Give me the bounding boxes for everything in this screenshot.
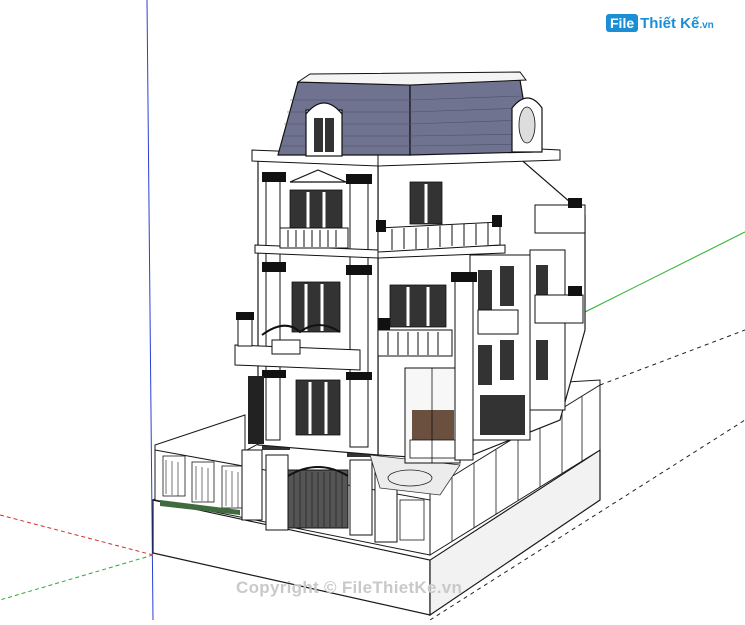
sketchup-viewport[interactable] [0,0,745,621]
balcony-upper-left [279,227,349,249]
green-axis-dashed [0,554,154,601]
logo-text: Thiết Kế.vn [640,14,714,32]
3d-model-canvas [0,0,745,621]
dormer-side [511,97,543,153]
copyright-watermark: Copyright © FileThietKe.vn [236,578,463,597]
dormer-window [305,102,343,157]
red-axis-dashed [0,514,154,556]
red-axis-dashed-2 [599,329,745,386]
mansard-roof-front [277,81,411,156]
blue-axis-line [146,0,154,621]
filethietke-logo: File Thiết Kế.vn [606,14,714,32]
green-axis-line [584,231,745,313]
logo-badge: File [606,14,639,32]
